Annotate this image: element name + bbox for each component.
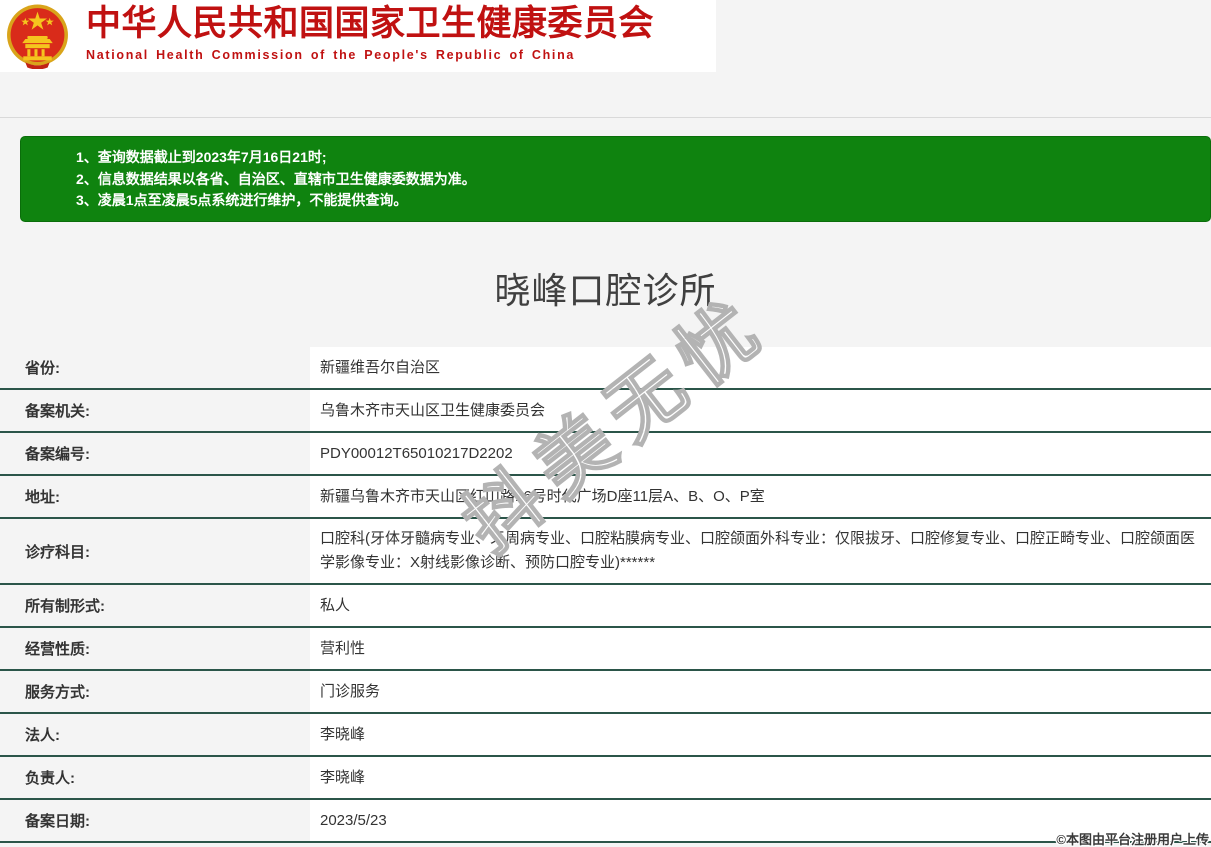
field-value: 新疆乌鲁木齐市天山区红山路16号时代广场D座11层A、B、O、P室 <box>310 476 1211 517</box>
record-row: 备案日期: 2023/5/23 <box>0 800 1211 843</box>
record-row: 服务方式: 门诊服务 <box>0 671 1211 714</box>
field-value: 私人 <box>310 585 1211 626</box>
image-copyright-note: ©本图由平台注册用户上传 <box>1056 832 1209 847</box>
field-value: 门诊服务 <box>310 671 1211 712</box>
field-value: 李晓峰 <box>310 757 1211 798</box>
field-value: 乌鲁木齐市天山区卫生健康委员会 <box>310 390 1211 431</box>
record-row: 备案编号: PDY00012T65010217D2202 <box>0 433 1211 476</box>
record-row: 诊疗科目: 口腔科(牙体牙髓病专业、牙周病专业、口腔粘膜病专业、口腔颌面外科专业：… <box>0 519 1211 585</box>
record-row: 备案机关: 乌鲁木齐市天山区卫生健康委员会 <box>0 390 1211 433</box>
field-label: 法人: <box>25 727 60 744</box>
field-value: 新疆维吾尔自治区 <box>310 347 1211 388</box>
record-row: 所有制形式: 私人 <box>0 585 1211 628</box>
record-row: 地址: 新疆乌鲁木齐市天山区红山路16号时代广场D座11层A、B、O、P室 <box>0 476 1211 519</box>
national-emblem-icon <box>7 4 68 69</box>
field-label: 备案机关: <box>25 403 90 420</box>
page: 中华人民共和国国家卫生健康委员会 National Health Commiss… <box>0 0 1211 847</box>
record-row: 经营性质: 营利性 <box>0 628 1211 671</box>
field-value: 李晓峰 <box>310 714 1211 755</box>
field-label: 诊疗科目: <box>25 543 90 561</box>
header-divider <box>0 117 1211 118</box>
field-label: 经营性质: <box>25 641 90 658</box>
field-label: 备案日期: <box>25 813 90 830</box>
record-row: 法人: 李晓峰 <box>0 714 1211 757</box>
field-label: 备案编号: <box>25 446 90 463</box>
query-notice-box: 1、查询数据截止到2023年7月16日21时; 2、信息数据结果以各省、自治区、直… <box>20 136 1211 222</box>
org-title-cn: 中华人民共和国国家卫生健康委员会 <box>86 4 655 43</box>
site-header-banner[interactable]: 中华人民共和国国家卫生健康委员会 National Health Commiss… <box>0 0 716 72</box>
org-title-en: National Health Commission of the People… <box>86 48 576 62</box>
record-row: 负责人: 李晓峰 <box>0 757 1211 800</box>
record-table: 省份: 新疆维吾尔自治区备案机关: 乌鲁木齐市天山区卫生健康委员会备案编号: PDY0… <box>0 347 1211 843</box>
notice-line: 1、查询数据截止到2023年7月16日21时; <box>76 149 327 165</box>
notice-line: 3、凌晨1点至凌晨5点系统进行维护，不能提供查询。 <box>76 192 408 208</box>
field-value: 营利性 <box>310 628 1211 669</box>
field-label: 负责人: <box>25 770 75 787</box>
field-label: 地址: <box>25 489 60 506</box>
field-value: PDY00012T65010217D2202 <box>310 433 1211 474</box>
record-row: 省份: 新疆维吾尔自治区 <box>0 347 1211 390</box>
field-label: 省份: <box>25 360 60 377</box>
clinic-name-title: 晓峰口腔诊所 <box>494 270 717 311</box>
field-value: 口腔科(牙体牙髓病专业、牙周病专业、口腔粘膜病专业、口腔颌面外科专业：仅限拔牙、… <box>310 519 1211 583</box>
field-label: 所有制形式: <box>25 598 105 615</box>
field-label: 服务方式: <box>25 684 90 701</box>
notice-line: 2、信息数据结果以各省、自治区、直辖市卫生健康委数据为准。 <box>76 170 476 187</box>
